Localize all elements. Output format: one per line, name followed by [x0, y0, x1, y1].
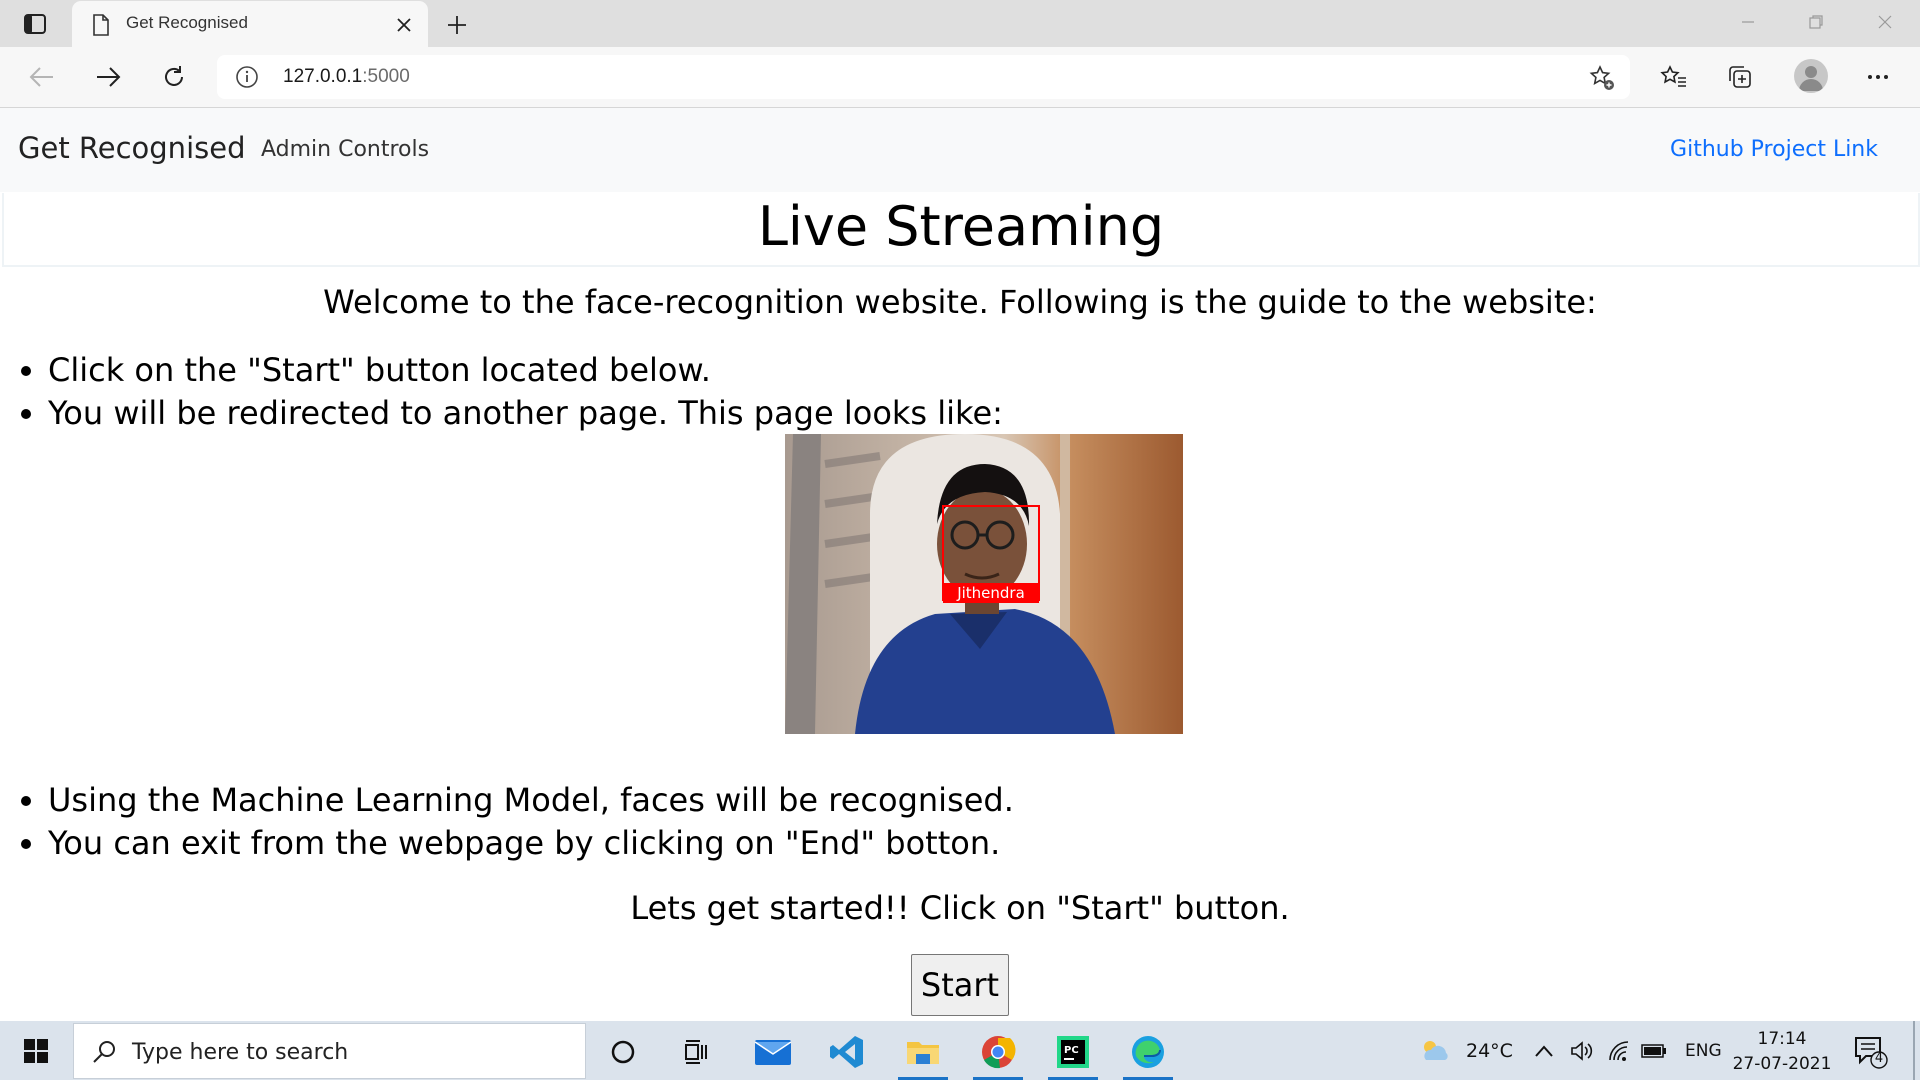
notification-count-badge: 4	[1874, 1051, 1884, 1066]
chrome-icon[interactable]	[967, 1027, 1029, 1080]
weather-temperature[interactable]: 24°C	[1466, 1021, 1513, 1080]
github-project-link[interactable]: Github Project Link	[1670, 137, 1878, 162]
refresh-icon[interactable]	[156, 59, 192, 95]
taskbar-search-input[interactable]: Type here to search	[73, 1023, 586, 1079]
new-tab-icon[interactable]	[442, 10, 472, 40]
clock-time: 17:14	[1757, 1029, 1807, 1049]
weather-icon[interactable]	[1418, 1021, 1452, 1080]
site-brand[interactable]: Get Recognised	[18, 131, 245, 165]
search-placeholder: Type here to search	[132, 1040, 349, 1065]
close-window-icon[interactable]	[1862, 6, 1908, 38]
browser-tab-active[interactable]: Get Recognised	[72, 1, 428, 47]
chevron-up-icon[interactable]	[1534, 1021, 1554, 1080]
url-text: 127.0.0.1:5000	[283, 66, 410, 87]
minimize-icon[interactable]	[1725, 6, 1771, 38]
vscode-icon[interactable]	[816, 1027, 878, 1077]
back-icon[interactable]	[24, 59, 60, 95]
guide-step: You can exit from the webpage by clickin…	[48, 822, 1014, 865]
add-favorite-icon[interactable]	[1588, 64, 1616, 92]
wifi-icon[interactable]	[1607, 1021, 1631, 1080]
profile-avatar[interactable]	[1794, 59, 1828, 93]
guide-step: You will be redirected to another page. …	[48, 392, 1003, 435]
file-explorer-icon[interactable]	[892, 1027, 954, 1080]
windows-taskbar: Type here to search PC 24°C ENG 17:14 27…	[0, 1021, 1920, 1080]
notification-center-icon[interactable]: 4	[1852, 1034, 1888, 1070]
edge-icon[interactable]	[1117, 1027, 1179, 1080]
tab-title: Get Recognised	[126, 13, 248, 32]
more-options-icon[interactable]	[1860, 59, 1896, 95]
search-icon	[90, 1038, 118, 1066]
windows-start-icon[interactable]	[15, 1033, 57, 1069]
example-recognition-image: Jithendra	[785, 434, 1183, 734]
browser-tab-bar: Get Recognised	[0, 0, 1920, 47]
restore-icon[interactable]	[1793, 6, 1839, 38]
address-bar[interactable]: 127.0.0.1:5000	[217, 55, 1630, 99]
battery-icon[interactable]	[1641, 1021, 1667, 1080]
page-header: Live Streaming	[2, 193, 1920, 267]
guide-step: Using the Machine Learning Model, faces …	[48, 779, 1014, 822]
start-button[interactable]: Start	[911, 954, 1009, 1016]
cortana-icon[interactable]	[592, 1027, 654, 1077]
guide-list-top: Click on the "Start" button located belo…	[0, 349, 1003, 435]
close-tab-icon[interactable]	[392, 13, 416, 37]
page-title: Live Streaming	[757, 195, 1165, 258]
task-view-icon[interactable]	[665, 1027, 727, 1077]
page-icon	[90, 13, 112, 37]
language-indicator[interactable]: ENG	[1685, 1021, 1722, 1080]
guide-step: Click on the "Start" button located belo…	[48, 349, 1003, 392]
site-navbar: Get Recognised Admin Controls Github Pro…	[0, 108, 1920, 192]
favorites-icon[interactable]	[1656, 59, 1692, 95]
system-clock[interactable]: 17:14 27-07-2021	[1722, 1027, 1842, 1077]
recognized-name-label: Jithendra	[957, 584, 1025, 602]
volume-icon[interactable]	[1570, 1021, 1594, 1080]
pycharm-icon[interactable]: PC	[1042, 1027, 1104, 1080]
mail-icon[interactable]	[742, 1027, 804, 1077]
forward-icon[interactable]	[90, 59, 126, 95]
info-icon[interactable]	[235, 65, 259, 89]
clock-date: 27-07-2021	[1732, 1054, 1832, 1074]
guide-list-bottom: Using the Machine Learning Model, faces …	[0, 779, 1014, 865]
browser-toolbar: 127.0.0.1:5000	[0, 47, 1920, 108]
admin-controls-link[interactable]: Admin Controls	[261, 137, 429, 162]
welcome-text: Welcome to the face-recognition website.…	[323, 283, 1597, 321]
tab-actions-icon[interactable]	[20, 11, 50, 37]
call-to-action-text: Lets get started!! Click on "Start" butt…	[630, 889, 1290, 927]
svg-text:PC: PC	[1064, 1045, 1079, 1056]
show-desktop-button[interactable]	[1913, 1021, 1915, 1080]
collections-icon[interactable]	[1722, 59, 1758, 95]
